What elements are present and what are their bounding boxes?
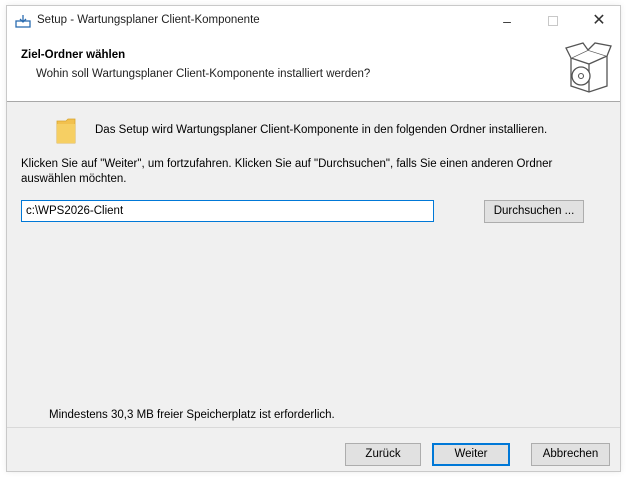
close-button[interactable]: ✕ (576, 6, 622, 36)
software-box-icon (563, 42, 613, 97)
page-subtitle: Wohin soll Wartungsplaner Client-Kompone… (36, 68, 371, 80)
back-button[interactable]: Zurück (345, 443, 421, 466)
install-path-input[interactable] (21, 200, 434, 222)
minimize-button[interactable]: – (484, 6, 530, 36)
wizard-content: Das Setup wird Wartungsplaner Client-Kom… (7, 102, 620, 422)
wizard-header: Ziel-Ordner wählen Wohin soll Wartungspl… (7, 36, 620, 102)
maximize-button[interactable] (530, 6, 576, 36)
window-title: Setup - Wartungsplaner Client-Komponente (37, 14, 260, 26)
disk-space-requirement: Mindestens 30,3 MB freier Speicherplatz … (49, 409, 335, 421)
title-bar[interactable]: Setup - Wartungsplaner Client-Komponente… (7, 6, 620, 36)
install-info-text: Das Setup wird Wartungsplaner Client-Kom… (95, 124, 548, 136)
instruction-text: Klicken Sie auf "Weiter", um fortzufahre… (21, 158, 553, 185)
browse-button[interactable]: Durchsuchen ... (484, 200, 584, 223)
wizard-footer: Zurück Weiter Abbrechen (7, 427, 620, 473)
setup-installer-icon (15, 14, 31, 31)
page-title: Ziel-Ordner wählen (21, 49, 126, 61)
next-button[interactable]: Weiter (432, 443, 510, 466)
folder-icon (55, 118, 77, 147)
setup-window: Setup - Wartungsplaner Client-Komponente… (6, 5, 621, 472)
cancel-button[interactable]: Abbrechen (531, 443, 610, 466)
